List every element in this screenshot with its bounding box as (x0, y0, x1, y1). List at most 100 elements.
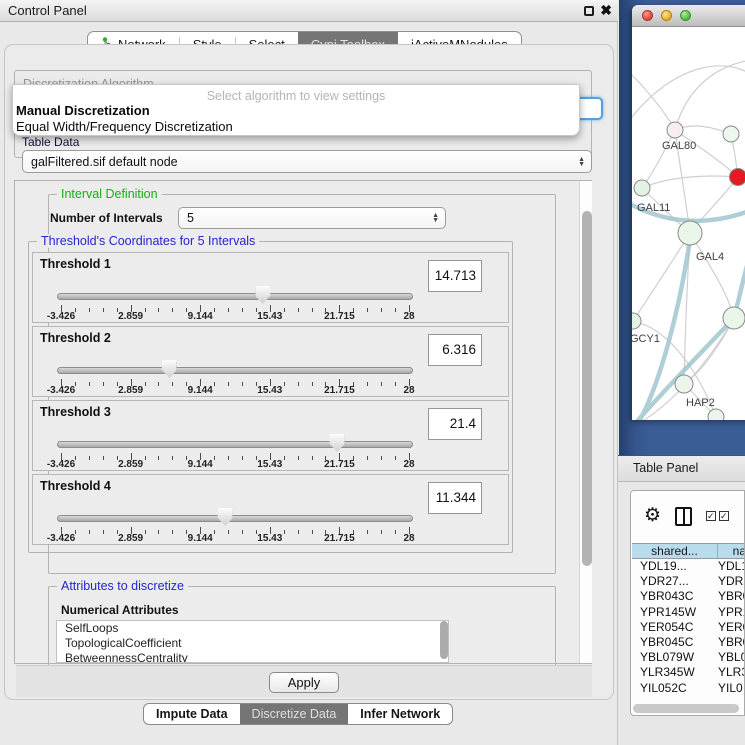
cell-shared-name[interactable]: YPR145W (632, 605, 718, 620)
cell-name[interactable]: YER0 (718, 620, 745, 635)
tick-label: 28 (403, 311, 414, 322)
cell-name[interactable]: YBR0 (718, 635, 745, 650)
tick-label: 28 (403, 459, 414, 470)
table-panel: ⚙ ✓ ✓ shared... na YDL19...YDL1YDR27...Y… (618, 482, 745, 745)
table-data-combobox[interactable]: galFiltered.sif default node ▲▼ (22, 150, 592, 173)
table-row[interactable]: YER054CYER0 (632, 620, 745, 635)
network-graph[interactable]: GAL80GAL11GAL4GCY1HAP2GCH (632, 27, 745, 420)
node[interactable] (723, 126, 739, 142)
split-columns-icon[interactable] (675, 507, 692, 526)
dropdown-option-manual[interactable]: Manual Discretization (13, 103, 579, 119)
vertical-scrollbar[interactable] (579, 181, 592, 663)
numerical-attributes-list[interactable]: SelfLoopsTopologicalCoefficientBetweenne… (56, 620, 449, 663)
cell-shared-name[interactable]: YER054C (632, 620, 718, 635)
table-row[interactable]: YBR045CYBR0 (632, 635, 745, 650)
node-gal80[interactable] (667, 122, 683, 138)
slider-thumb[interactable] (330, 434, 345, 452)
threshold-value-field[interactable]: 6.316 (428, 334, 482, 366)
slider-track[interactable] (57, 293, 413, 300)
table-row[interactable]: YPR145WYPR1 (632, 605, 745, 620)
minimize-traffic-icon[interactable] (661, 10, 672, 21)
cell-shared-name[interactable]: YDR27... (632, 574, 718, 589)
number-of-intervals-combobox[interactable]: 5 ▲▼ (178, 207, 446, 229)
threshold-value-field[interactable]: 21.4 (428, 408, 482, 440)
tab-discretize-data[interactable]: Discretize Data (240, 704, 349, 724)
network-window-titlebar[interactable] (632, 5, 745, 27)
control-panel-titlebar: Control Panel ✖ (0, 0, 618, 22)
cell-shared-name[interactable]: YBL079W (632, 650, 718, 665)
table-row[interactable]: YDR27...YDR2 (632, 574, 745, 589)
table-row[interactable]: YDL19...YDL1 (632, 559, 745, 574)
checkbox-icons[interactable]: ✓ ✓ (706, 511, 729, 521)
node-gal4[interactable] (678, 221, 702, 245)
table-row[interactable]: YIL052CYIL0 (632, 681, 745, 696)
tick-label: 15.43 (257, 459, 282, 470)
network-view-window[interactable]: GAL80GAL11GAL4GCY1HAP2GCH (632, 5, 745, 420)
cell-name[interactable]: YLR3 (718, 665, 745, 680)
threshold-label: Threshold 2 (40, 331, 111, 345)
slider-track[interactable] (57, 441, 413, 448)
float-window-icon[interactable] (584, 6, 594, 16)
cell-shared-name[interactable]: YIL052C (632, 681, 718, 696)
node[interactable] (708, 409, 724, 420)
slider-thumb[interactable] (162, 360, 177, 378)
number-of-intervals-label: Number of Intervals (50, 211, 163, 225)
table-header-row[interactable]: shared... na (632, 543, 745, 559)
threshold-panel-1: Threshold 1-3.4262.8599.14415.4321.71528… (32, 252, 509, 323)
gear-icon[interactable]: ⚙ (644, 507, 661, 525)
slider-thumb[interactable] (218, 508, 233, 526)
cell-shared-name[interactable]: YBR043C (632, 589, 718, 604)
attributes-scrollbar[interactable] (440, 621, 448, 659)
slider-tick-labels: -3.4262.8599.14415.4321.71528 (61, 533, 409, 545)
cell-name[interactable]: YPR1 (718, 605, 745, 620)
scrollbar-thumb[interactable] (582, 211, 592, 566)
slider-track[interactable] (57, 515, 413, 522)
column-header-shared[interactable]: shared... (632, 544, 718, 558)
control-panel: Control Panel ✖ NetworkStyleSelectCyni T… (0, 0, 618, 745)
cell-shared-name[interactable]: YBR045C (632, 635, 718, 650)
apply-button[interactable]: Apply (269, 672, 339, 693)
cell-name[interactable]: YDR2 (718, 574, 745, 589)
attribute-item[interactable]: TopologicalCoefficient (57, 636, 448, 651)
checkbox-checked-icon[interactable]: ✓ (706, 511, 716, 521)
column-header-name[interactable]: na (718, 544, 745, 558)
cell-name[interactable]: YDL1 (718, 559, 745, 574)
cell-name[interactable]: YBL0 (718, 650, 745, 665)
zoom-traffic-icon[interactable] (680, 10, 691, 21)
tick-label: 21.715 (324, 459, 355, 470)
attribute-item[interactable]: BetweennessCentrality (57, 651, 448, 663)
attribute-item[interactable]: SelfLoops (57, 621, 448, 636)
tick-label: 28 (403, 385, 414, 396)
tab-impute-data[interactable]: Impute Data (144, 704, 240, 724)
threshold-value-field[interactable]: 14.713 (428, 260, 482, 292)
close-traffic-icon[interactable] (642, 10, 653, 21)
node-gal11[interactable] (634, 180, 650, 196)
threshold-panel-3: Threshold 3-3.4262.8599.14415.4321.71528… (32, 400, 509, 471)
tick-label: 2.859 (118, 311, 143, 322)
table-row[interactable]: YBL079WYBL0 (632, 650, 745, 665)
dropdown-option-equal-width[interactable]: Equal Width/Frequency Discretization (13, 119, 579, 135)
cell-shared-name[interactable]: YLR345W (632, 665, 718, 680)
tab-infer-network[interactable]: Infer Network (348, 704, 452, 724)
cell-shared-name[interactable]: YDL19... (632, 559, 718, 574)
thresholds-group: Threshold's Coordinates for 5 Intervals … (28, 241, 513, 553)
edge (642, 176, 738, 188)
close-icon[interactable]: ✖ (600, 2, 612, 19)
node[interactable] (730, 169, 745, 186)
tick-label: -3.426 (47, 311, 75, 322)
node-gcy1[interactable] (632, 313, 641, 329)
node[interactable] (723, 307, 745, 329)
cell-name[interactable]: YBR0 (718, 589, 745, 604)
slider-track[interactable] (57, 367, 413, 374)
slider-tick-labels: -3.4262.8599.14415.4321.71528 (61, 459, 409, 471)
cell-name[interactable]: YIL0 (718, 681, 745, 696)
node-hap2[interactable] (675, 375, 693, 393)
table-horizontal-scrollbar[interactable] (633, 704, 739, 713)
tick-label: -3.426 (47, 385, 75, 396)
checkbox-checked-icon[interactable]: ✓ (719, 511, 729, 521)
table-row[interactable]: YLR345WYLR3 (632, 665, 745, 680)
threshold-value-field[interactable]: 11.344 (428, 482, 482, 514)
table-row[interactable]: YBR043CYBR0 (632, 589, 745, 604)
threshold-label: Threshold 1 (40, 257, 111, 271)
slider-thumb[interactable] (255, 286, 270, 304)
